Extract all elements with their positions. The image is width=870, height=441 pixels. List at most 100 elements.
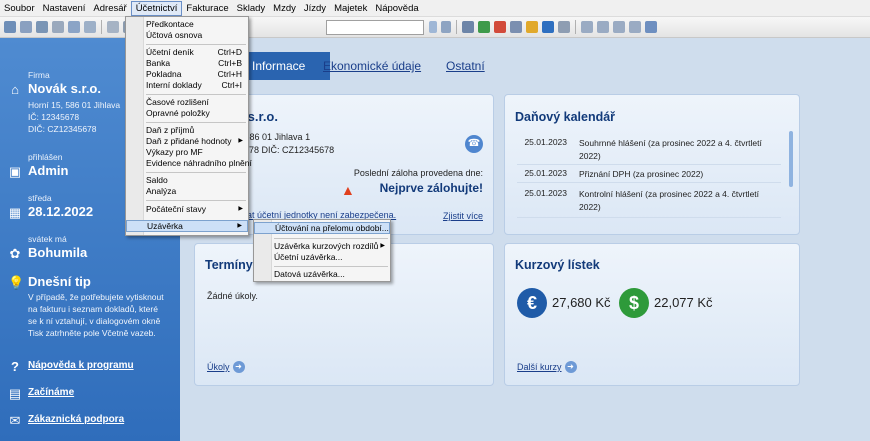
menu-item-casove-rozliseni[interactable]: Časové rozlišení (126, 97, 248, 108)
toolbar-dropdown-icon[interactable] (429, 21, 437, 33)
toolbar-help-icon[interactable] (645, 21, 657, 33)
menu-jizdy[interactable]: Jízdy (300, 1, 330, 16)
menu-separator (274, 266, 388, 267)
menu-item-uctova-osnova[interactable]: Účtová osnova (126, 30, 248, 41)
toolbar-grid3-icon[interactable] (613, 21, 625, 33)
tab-informace[interactable]: Informace (236, 52, 330, 80)
menu-item-predkontace[interactable]: Předkontace (126, 19, 248, 30)
tab-ekonomicke-udaje[interactable]: Ekonomické údaje (323, 59, 421, 73)
menu-item-analyza[interactable]: Analýza (126, 186, 248, 197)
tasks-link-wrap[interactable]: Úkoly ➜ (207, 361, 245, 374)
submenu-item-datova-uzaverka[interactable]: Datová uzávěrka... (254, 269, 390, 280)
menu-item-shortcut: Ctrl+I (221, 80, 242, 90)
day-label: středa (28, 193, 52, 203)
help-link[interactable]: Nápověda k programu (28, 360, 134, 371)
submenu-item-ucetni-uzaverka[interactable]: Účetní uzávěrka... (254, 252, 390, 263)
toolbar-green-icon[interactable] (478, 21, 490, 33)
menu-fakturace[interactable]: Fakturace (182, 1, 232, 16)
menu-separator (146, 44, 246, 45)
toolbar-grid2-icon[interactable] (597, 21, 609, 33)
toolbar-search-input[interactable] (326, 19, 424, 35)
toolbar-grid1-icon[interactable] (581, 21, 593, 33)
more-link[interactable]: Zjistit více (443, 211, 483, 221)
menu-item-label: Opravné položky (146, 108, 210, 118)
tax-row[interactable]: 25.01.2023 Přiznání DPH (za prosinec 202… (517, 168, 781, 183)
tasks-link[interactable]: Úkoly (207, 362, 230, 372)
menu-ucetnictvi[interactable]: Účetnictví (130, 0, 183, 16)
menu-item-pocatecni-stavy[interactable]: Počáteční stavy ▶ (126, 204, 248, 215)
dollar-icon: $ (619, 288, 649, 318)
menu-item-saldo[interactable]: Saldo (126, 175, 248, 186)
submenu-arrow-icon: ▶ (238, 206, 243, 212)
question-icon: ? (11, 359, 19, 374)
start-link[interactable]: Začínáme (28, 387, 74, 398)
toolbar-iban-icon[interactable] (542, 21, 554, 33)
submenu-arrow-icon: ▶ (238, 138, 243, 144)
tax-row-date: 25.01.2023 (524, 168, 567, 178)
toolbar-doc-icon[interactable] (107, 21, 119, 33)
toolbar-print-icon[interactable] (52, 21, 64, 33)
submenu-item-uzaverka-kurzovych-rozdilu[interactable]: Uzávěrka kurzových rozdílů ▶ (254, 241, 390, 252)
menu-item-shortcut: Ctrl+D (217, 47, 242, 57)
submenu-arrow-icon: ▶ (380, 243, 385, 249)
menu-item-ucetni-denik[interactable]: Účetní deník Ctrl+D (126, 47, 248, 58)
arrow-right-icon[interactable]: ➜ (564, 361, 577, 374)
tax-row[interactable]: 25.01.2023 Souhrnné hlášení (za prosinec… (517, 137, 781, 165)
menu-item-pokladna[interactable]: Pokladna Ctrl+H (126, 69, 248, 80)
support-link[interactable]: Zákaznická podpora (28, 414, 124, 425)
menu-item-label: Datová uzávěrka... (274, 269, 345, 279)
menu-majetek[interactable]: Majetek (330, 1, 371, 16)
toolbar-separator (101, 20, 102, 34)
menu-item-label: Účtová osnova (146, 30, 203, 40)
toolbar-grid4-icon[interactable] (629, 21, 641, 33)
toolbar-filter-icon[interactable] (441, 21, 451, 33)
toolbar-new-icon[interactable] (4, 21, 16, 33)
menu-mzdy[interactable]: Mzdy (269, 1, 300, 16)
menu-item-uzaverka[interactable]: Uzávěrka ▶ (126, 220, 248, 232)
menu-sklady[interactable]: Sklady (233, 1, 270, 16)
toolbar-open-icon[interactable] (20, 21, 32, 33)
more-rates-link[interactable]: Další kurzy (517, 362, 562, 372)
tax-calendar-scrollbar[interactable] (789, 131, 793, 187)
firm-dic: DIČ: CZ12345678 (28, 124, 97, 134)
menu-nastaveni[interactable]: Nastavení (39, 1, 90, 16)
toolbar-table-icon[interactable] (462, 21, 474, 33)
backup-warning: Nejprve zálohujte! (379, 181, 483, 195)
toolbar-preview-icon[interactable] (68, 21, 80, 33)
book-icon: ▤ (8, 386, 22, 401)
euro-icon: € (517, 288, 547, 318)
toolbar-red-icon[interactable] (494, 21, 506, 33)
warning-icon: ▲ (341, 182, 355, 198)
menu-item-interni-doklady[interactable]: Interní doklady Ctrl+I (126, 80, 248, 91)
firm-name: Novák s.r.o. (28, 81, 101, 96)
menu-item-vykazy-pro-mf[interactable]: Výkazy pro MF (126, 147, 248, 158)
submenu-item-uctovani-na-prelomu[interactable]: Účtování na přelomu období... (254, 222, 390, 234)
tax-calendar-title: Daňový kalendář (515, 110, 616, 124)
more-rates-link-wrap[interactable]: Další kurzy ➜ (517, 361, 577, 374)
menu-item-banka[interactable]: Banka Ctrl+B (126, 58, 248, 69)
menu-item-label: Saldo (146, 175, 168, 185)
tabs: Informace Ekonomické údaje Ostatní (180, 52, 870, 80)
menu-item-opravne-polozky[interactable]: Opravné položky (126, 108, 248, 119)
menu-item-label: Interní doklady (146, 80, 202, 90)
closing-submenu: Účtování na přelomu období... Uzávěrka k… (253, 219, 391, 282)
tax-row[interactable]: 25.01.2023 Kontrolní hlášení (za prosine… (517, 188, 781, 218)
toolbar-save-icon[interactable] (36, 21, 48, 33)
menu-adresar[interactable]: Adresář (89, 1, 130, 16)
toolbar-copy-icon[interactable] (84, 21, 96, 33)
toolbar-person-icon[interactable] (526, 21, 538, 33)
backup-label: Poslední záloha provedena dne: (353, 168, 483, 178)
menu-item-label: Pokladna (146, 69, 182, 79)
toolbar-list-icon[interactable] (510, 21, 522, 33)
arrow-right-icon[interactable]: ➜ (232, 361, 245, 374)
toolbar-calc-icon[interactable] (558, 21, 570, 33)
current-date: 28.12.2022 (28, 204, 94, 219)
tab-ostatni[interactable]: Ostatní (446, 59, 485, 73)
menu-napoveda[interactable]: Nápověda (371, 1, 422, 16)
lightbulb-icon: 💡 (8, 275, 25, 290)
menu-item-dph[interactable]: Daň z přidané hodnoty ▶ (126, 136, 248, 147)
menu-bar: Soubor Nastavení Adresář Účetnictví Fakt… (0, 0, 870, 17)
menu-item-evidence-nahradniho-plneni[interactable]: Evidence náhradního plnění (126, 158, 252, 169)
menu-soubor[interactable]: Soubor (0, 1, 39, 16)
menu-item-dan-z-prijmu[interactable]: Daň z příjmů (126, 125, 248, 136)
